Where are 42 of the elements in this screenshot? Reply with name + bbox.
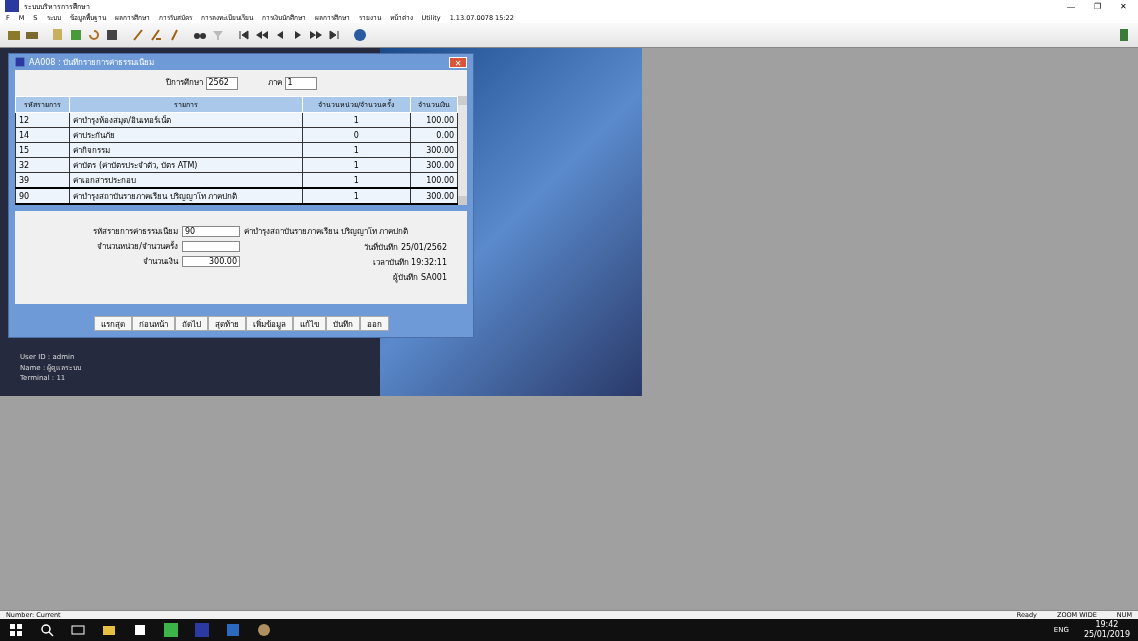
clock-date: 25/01/2019 xyxy=(1083,630,1130,640)
nav-button[interactable]: ออก xyxy=(359,316,389,331)
record-info: เวลาบันทึก 19:32:11 xyxy=(372,257,447,269)
input-field[interactable] xyxy=(182,241,240,252)
windows-start-icon[interactable] xyxy=(8,622,24,638)
pencil-icon[interactable] xyxy=(130,27,146,43)
dialog-title: AA008 : บันทึกรายการค่าธรรมเนียม xyxy=(29,56,156,69)
record-info: วันที่บันทึก 25/01/2562 xyxy=(364,241,447,254)
clock-time: 19:42 xyxy=(1095,620,1119,630)
table-cell: 300.00 xyxy=(410,188,458,204)
table-cell: ค่าบำรุงสถาบันรายภาคเรียน ปริญญาโท ภาคปกติ xyxy=(69,188,303,204)
input-field[interactable]: 1 xyxy=(284,77,317,90)
item-description: ค่าบำรุงสถาบันรายภาคเรียน ปริญญาโท ภาคปกติ xyxy=(244,226,410,238)
record-info: ผู้บันทึก SA001 xyxy=(393,272,447,284)
nav-button[interactable]: แก้ไข xyxy=(292,316,326,331)
input-field[interactable]: 90 xyxy=(182,226,240,237)
nav-button[interactable]: บันทึก xyxy=(325,316,360,331)
field-label: รหัสรายการค่าธรรมเนียม xyxy=(93,226,178,238)
field-label: ปีการศึกษา xyxy=(165,78,203,87)
nav-button[interactable]: ถัดไป xyxy=(174,316,208,331)
table-cell: 1 xyxy=(302,188,411,204)
undo-icon[interactable] xyxy=(86,27,102,43)
last-record-icon[interactable] xyxy=(326,27,342,43)
search-icon[interactable] xyxy=(39,622,55,638)
nav-button[interactable]: แรกสุด xyxy=(93,316,132,331)
field-label: จำนวนหน่วย/จำนวนครั้ง xyxy=(96,240,178,253)
task-view-icon[interactable] xyxy=(70,622,86,638)
input-field[interactable]: 300.00 xyxy=(182,256,240,267)
first-record-icon[interactable] xyxy=(236,27,252,43)
field-label: จำนวนเงิน xyxy=(142,256,178,268)
field-label: ภาค xyxy=(267,78,282,87)
table-cell: 90 xyxy=(15,188,70,204)
input-field[interactable]: 2562 xyxy=(205,77,238,90)
close-button[interactable]: ✕ xyxy=(1112,1,1134,11)
nav-button[interactable]: เพิ่มข้อมูล xyxy=(245,316,293,331)
brush-icon[interactable] xyxy=(148,27,164,43)
close-button[interactable]: ✕ xyxy=(449,56,467,68)
restore-button[interactable]: ❐ xyxy=(1086,1,1108,11)
scrollbar[interactable] xyxy=(458,96,467,205)
nav-button[interactable]: ก่อนหน้า xyxy=(131,316,175,331)
nav-button[interactable]: สุดท้าย xyxy=(207,316,246,331)
minimize-button[interactable]: — xyxy=(1060,1,1082,11)
